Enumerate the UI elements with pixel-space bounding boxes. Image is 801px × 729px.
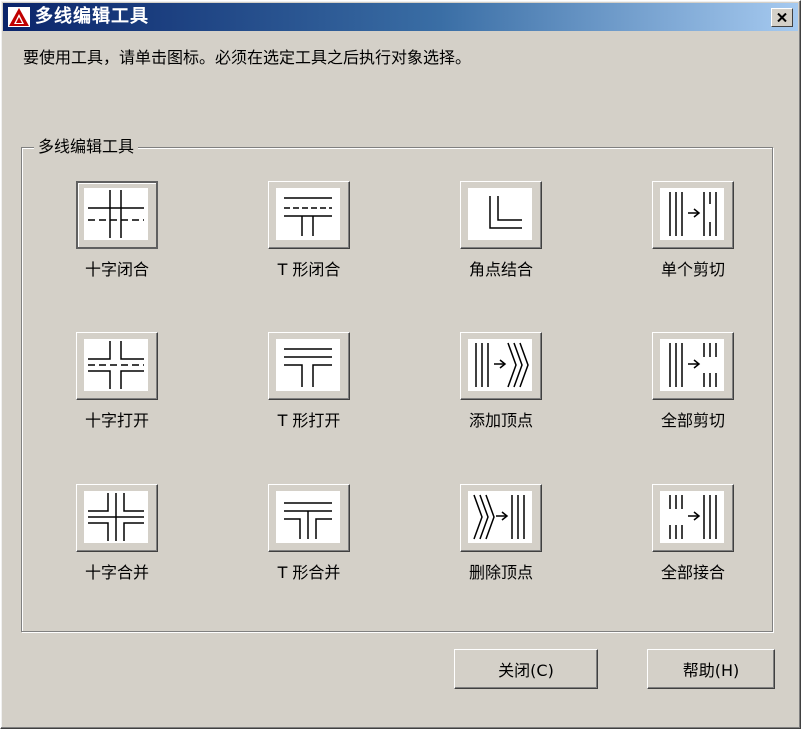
tool-label: 十字打开	[84, 411, 149, 430]
cut-single-icon	[660, 188, 724, 240]
cut-single-button[interactable]	[652, 181, 734, 249]
tool-tee-open: T 形打开	[229, 332, 389, 442]
tool-add-vertex: 添加顶点	[421, 332, 581, 442]
cut-all-icon	[660, 339, 724, 391]
close-x-icon	[777, 13, 787, 22]
delete-vertex-button[interactable]	[460, 484, 542, 552]
tool-label: 十字闭合	[84, 260, 149, 279]
cross-merged-icon	[84, 491, 148, 543]
tool-cross-closed: 十字闭合	[37, 181, 197, 291]
multiline-edit-dialog: 多线编辑工具 要使用工具，请单击图标。必须在选定工具之后执行对象选择。 多线编辑…	[0, 0, 801, 729]
weld-all-button[interactable]	[652, 484, 734, 552]
title-bar[interactable]: 多线编辑工具	[3, 3, 798, 31]
tool-weld-all: 全部接合	[613, 484, 773, 594]
tee-open-icon	[276, 339, 340, 391]
tool-tee-closed: T 形闭合	[229, 181, 389, 291]
instruction-text: 要使用工具，请单击图标。必须在选定工具之后执行对象选择。	[23, 48, 472, 67]
tool-tee-merged: T 形合并	[229, 484, 389, 594]
tool-label: 十字合并	[84, 563, 149, 582]
cross-closed-icon	[84, 188, 148, 240]
tool-label: T 形闭合	[277, 260, 341, 279]
tool-label: 全部剪切	[660, 411, 725, 430]
close-window-button[interactable]	[771, 8, 793, 27]
tool-delete-vertex: 删除顶点	[421, 484, 581, 594]
add-vertex-button[interactable]	[460, 332, 542, 400]
delete-vertex-icon	[468, 491, 532, 543]
tools-groupbox: 多线编辑工具 十字闭合 T 形闭合 角点结合 单个剪切 十字打开 T 形打开 添…	[21, 136, 773, 632]
groupbox-legend: 多线编辑工具	[34, 136, 139, 158]
window-title: 多线编辑工具	[35, 6, 149, 27]
tee-closed-button[interactable]	[268, 181, 350, 249]
tee-merged-button[interactable]	[268, 484, 350, 552]
cross-closed-button[interactable]	[76, 181, 158, 249]
tool-cut-all: 全部剪切	[613, 332, 773, 442]
tee-open-button[interactable]	[268, 332, 350, 400]
corner-joint-icon	[468, 188, 532, 240]
tool-label: 角点结合	[468, 260, 533, 279]
tee-closed-icon	[276, 188, 340, 240]
add-vertex-icon	[468, 339, 532, 391]
weld-all-icon	[660, 491, 724, 543]
tool-label: 添加顶点	[468, 411, 533, 430]
tee-merged-icon	[276, 491, 340, 543]
tool-label: 全部接合	[660, 563, 725, 582]
tool-corner-joint: 角点结合	[421, 181, 581, 291]
cross-open-icon	[84, 339, 148, 391]
close-button[interactable]: 关闭(C)	[454, 649, 598, 689]
help-button[interactable]: 帮助(H)	[647, 649, 775, 689]
tool-label: 删除顶点	[468, 563, 533, 582]
tool-cut-single: 单个剪切	[613, 181, 773, 291]
tool-cross-open: 十字打开	[37, 332, 197, 442]
tool-label: 单个剪切	[660, 260, 725, 279]
tool-label: T 形打开	[277, 411, 341, 430]
cut-all-button[interactable]	[652, 332, 734, 400]
corner-joint-button[interactable]	[460, 181, 542, 249]
tool-label: T 形合并	[277, 563, 341, 582]
autocad-logo-icon	[8, 7, 30, 27]
cross-merged-button[interactable]	[76, 484, 158, 552]
cross-open-button[interactable]	[76, 332, 158, 400]
tool-cross-merged: 十字合并	[37, 484, 197, 594]
